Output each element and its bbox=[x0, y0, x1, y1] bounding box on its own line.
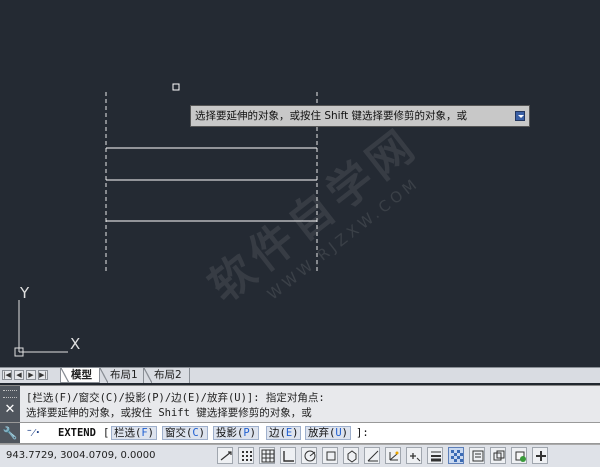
tooltip-text: 选择要延伸的对象，或按住 Shift 键选择要修剪的对象，或 bbox=[195, 110, 468, 122]
quick-properties-icon[interactable] bbox=[469, 447, 485, 464]
tab-model[interactable]: 模型 bbox=[60, 368, 100, 383]
last-tab-icon[interactable]: ▶| bbox=[38, 370, 48, 380]
grip-icon[interactable] bbox=[3, 390, 17, 398]
status-bar: 943.7729, 3004.0709, 0.0000 bbox=[0, 444, 600, 467]
option-edge[interactable]: 边(E) bbox=[266, 426, 302, 440]
annotation-monitor-icon[interactable] bbox=[511, 447, 527, 464]
snap-mode-icon[interactable] bbox=[238, 447, 254, 464]
drawing-canvas[interactable]: Y X 软件自学网 WWW.RJZXW.COM 选择要延伸的对象，或按住 Shi… bbox=[0, 0, 600, 367]
object-snap-icon[interactable] bbox=[322, 447, 338, 464]
tab-layout2[interactable]: 布局2 bbox=[144, 368, 190, 383]
command-name: EXTEND bbox=[58, 427, 96, 439]
prev-tab-icon[interactable]: ◀ bbox=[14, 370, 24, 380]
command-window-handle[interactable]: ✕ bbox=[0, 386, 20, 423]
close-icon[interactable]: ✕ bbox=[4, 403, 16, 416]
history-line: 选择要延伸的对象，或按住 Shift 键选择要修剪的对象，或 bbox=[26, 407, 312, 419]
polar-tracking-icon[interactable] bbox=[301, 447, 317, 464]
ucs-y-label: Y bbox=[19, 284, 30, 302]
selection-cycling-icon[interactable] bbox=[490, 447, 506, 464]
object-snap-tracking-icon[interactable] bbox=[364, 447, 380, 464]
ucs-x-label: X bbox=[70, 335, 80, 353]
dynamic-ucs-icon[interactable] bbox=[385, 447, 401, 464]
option-undo[interactable]: 放弃(U) bbox=[305, 426, 351, 440]
infer-constraints-icon[interactable] bbox=[217, 447, 233, 464]
command-history: ✕ [栏选(F)/窗交(C)/投影(P)/边(E)/放弃(U)]: 指定对角点:… bbox=[0, 385, 600, 423]
dynamic-input-icon[interactable] bbox=[406, 447, 422, 464]
3d-object-snap-icon[interactable] bbox=[343, 447, 359, 464]
option-open-bracket: [ bbox=[103, 427, 110, 439]
layout-tab-bar: |◀ ◀ ▶ ▶| 模型 布局1 布局2 bbox=[0, 367, 600, 383]
next-tab-icon[interactable]: ▶ bbox=[26, 370, 36, 380]
option-project[interactable]: 投影(P) bbox=[213, 426, 259, 440]
command-prompt-icon: ⁻⁄· bbox=[26, 426, 42, 439]
option-close-bracket: ]: bbox=[356, 427, 369, 439]
tab-layout1[interactable]: 布局1 bbox=[100, 368, 144, 383]
option-fence[interactable]: 栏选(F) bbox=[111, 426, 157, 440]
command-line[interactable]: 🔧 ⁻⁄· EXTEND [ 栏选(F) 窗交(C) 投影(P) 边(E) 放弃… bbox=[0, 422, 600, 444]
ucs-icon bbox=[14, 300, 68, 357]
coordinate-readout[interactable]: 943.7729, 3004.0709, 0.0000 bbox=[6, 450, 156, 461]
transparency-icon[interactable] bbox=[448, 447, 464, 464]
grid-display-icon[interactable] bbox=[259, 447, 275, 464]
dropdown-arrow-icon[interactable] bbox=[515, 111, 525, 121]
first-tab-icon[interactable]: |◀ bbox=[2, 370, 12, 380]
lineweight-icon[interactable] bbox=[427, 447, 443, 464]
ortho-mode-icon[interactable] bbox=[280, 447, 296, 464]
history-line: [栏选(F)/窗交(C)/投影(P)/边(E)/放弃(U)]: 指定对角点: bbox=[26, 392, 325, 404]
drawing-area[interactable]: Y X bbox=[0, 0, 600, 367]
option-crossing[interactable]: 窗交(C) bbox=[162, 426, 208, 440]
pickbox-cursor bbox=[172, 83, 180, 91]
add-icon[interactable] bbox=[532, 447, 548, 464]
customize-wrench-icon[interactable]: 🔧 bbox=[0, 423, 20, 443]
command-tooltip: 选择要延伸的对象，或按住 Shift 键选择要修剪的对象，或 bbox=[190, 105, 530, 127]
